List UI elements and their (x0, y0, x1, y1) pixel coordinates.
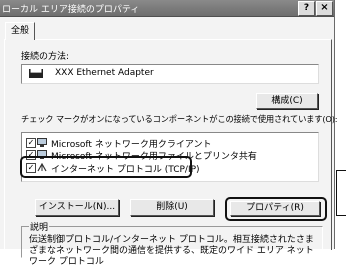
description-text: 伝送制御プロトコル/インターネット プロトコル。相互接続されたさまざまなネットワ… (29, 235, 314, 267)
adapter-display: ▀▀ XXX Ethernet Adapter (21, 64, 319, 84)
network-client-icon (37, 138, 47, 147)
selection-highlight (20, 156, 192, 178)
adapter-name: XXX Ethernet Adapter (55, 68, 154, 78)
configure-button[interactable]: 構成(C) (256, 93, 318, 109)
window-title: ローカル エリア接続のプロパティ (2, 5, 140, 15)
components-label: チェック マークがオンになっているコンポーネントがこの接続で使用されています(O… (21, 114, 338, 124)
properties-dialog: ローカル エリア接続のプロパティ ? × 全般 接続の方法: ▀▀ XXX Et… (0, 0, 338, 267)
tab-general[interactable]: 全般 (5, 22, 35, 40)
description-group: 説明 伝送制御プロトコル/インターネット プロトコル。相互接続されたさまざまなネ… (21, 220, 323, 267)
title-bar: ローカル エリア接続のプロパティ ? × (0, 0, 334, 17)
checkbox[interactable]: ✓ (26, 138, 36, 148)
install-button[interactable]: インストール(N)... (35, 199, 119, 216)
connect-using-label: 接続の方法: (21, 52, 70, 62)
uninstall-button[interactable]: 削除(U) (130, 199, 214, 216)
callout-line (336, 170, 346, 216)
help-button[interactable]: ? (298, 1, 315, 16)
network-adapter-icon: ▀▀ (29, 69, 43, 78)
close-button[interactable]: × (316, 1, 333, 16)
properties-highlight (225, 197, 327, 221)
description-label: 説明 (29, 220, 50, 233)
